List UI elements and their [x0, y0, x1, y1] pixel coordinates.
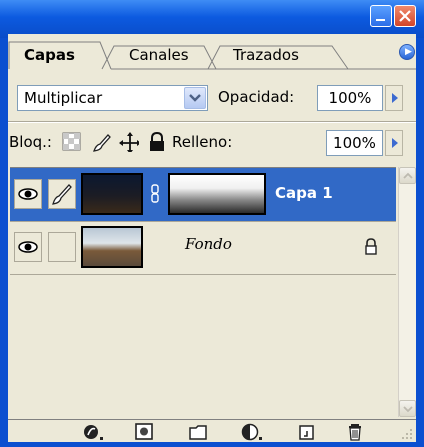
chevron-down-icon[interactable] — [184, 87, 206, 109]
delete-icon[interactable] — [346, 423, 370, 441]
tab-trazados[interactable]: Trazados — [233, 43, 299, 67]
layer-row[interactable]: Fondo — [10, 221, 396, 275]
scroll-up-button[interactable] — [399, 167, 416, 184]
adjustment-layer-icon[interactable] — [241, 423, 265, 441]
layer-name[interactable]: Fondo — [185, 235, 232, 253]
blend-mode-value: Multiplicar — [24, 89, 103, 107]
opacity-value: 100% — [328, 89, 372, 107]
brush-status-indicator[interactable] — [48, 179, 76, 209]
tab-bar: Capas Canales Trazados ▶ — [8, 34, 416, 70]
resize-grip-icon[interactable] — [401, 428, 413, 440]
layers-list: Capa 1 Fondo — [10, 167, 396, 418]
minimize-button[interactable] — [370, 5, 392, 27]
layer-name[interactable]: Capa 1 — [275, 184, 333, 202]
tab-capas[interactable]: Capas — [24, 43, 75, 67]
mask-link-icon[interactable] — [150, 184, 160, 204]
opacity-label: Opacidad: — [218, 88, 295, 106]
layer-row[interactable]: Capa 1 — [10, 168, 396, 222]
lock-position-icon[interactable] — [119, 132, 139, 152]
tab-canales[interactable]: Canales — [129, 43, 189, 67]
fill-field[interactable]: 100% — [326, 130, 383, 156]
eye-icon — [18, 241, 38, 253]
opacity-field[interactable]: 100% — [317, 85, 383, 111]
bottom-toolbar — [8, 419, 416, 442]
new-layer-icon[interactable] — [297, 423, 321, 441]
eye-icon — [18, 188, 38, 200]
lock-label: Bloq.: — [9, 133, 52, 151]
add-style-icon[interactable] — [82, 423, 106, 441]
scroll-down-button[interactable] — [399, 400, 416, 417]
lock-image-pixels-icon[interactable] — [91, 132, 111, 152]
fill-label: Relleno: — [172, 133, 233, 151]
lock-icon — [365, 238, 377, 255]
panel-body: Capas Canales Trazados ▶ Multiplicar Opa… — [8, 34, 416, 442]
add-mask-icon[interactable] — [134, 423, 158, 441]
divider — [8, 122, 416, 123]
panel-menu-button[interactable]: ▶ — [399, 44, 415, 60]
layers-panel-window: Capas Canales Trazados ▶ Multiplicar Opa… — [0, 0, 424, 447]
brush-icon — [52, 184, 72, 205]
lock-all-icon[interactable] — [148, 132, 168, 152]
layer-thumbnail[interactable] — [81, 173, 143, 215]
lock-transparency-icon[interactable] — [62, 132, 82, 152]
opacity-slider-button[interactable] — [385, 85, 403, 111]
layer-thumbnail[interactable] — [81, 226, 143, 268]
visibility-toggle[interactable] — [14, 179, 42, 209]
visibility-toggle[interactable] — [14, 232, 42, 262]
title-bar — [0, 0, 424, 38]
new-group-icon[interactable] — [188, 423, 212, 441]
brush-status-indicator[interactable] — [48, 232, 76, 262]
fill-value: 100% — [333, 134, 376, 152]
layers-scrollbar[interactable] — [398, 167, 416, 417]
close-button[interactable] — [394, 5, 416, 27]
blend-mode-select[interactable]: Multiplicar — [17, 85, 208, 111]
fill-slider-button[interactable] — [385, 130, 403, 156]
arrow-right-icon: ▶ — [405, 47, 412, 57]
layer-mask-thumbnail[interactable] — [168, 173, 266, 215]
